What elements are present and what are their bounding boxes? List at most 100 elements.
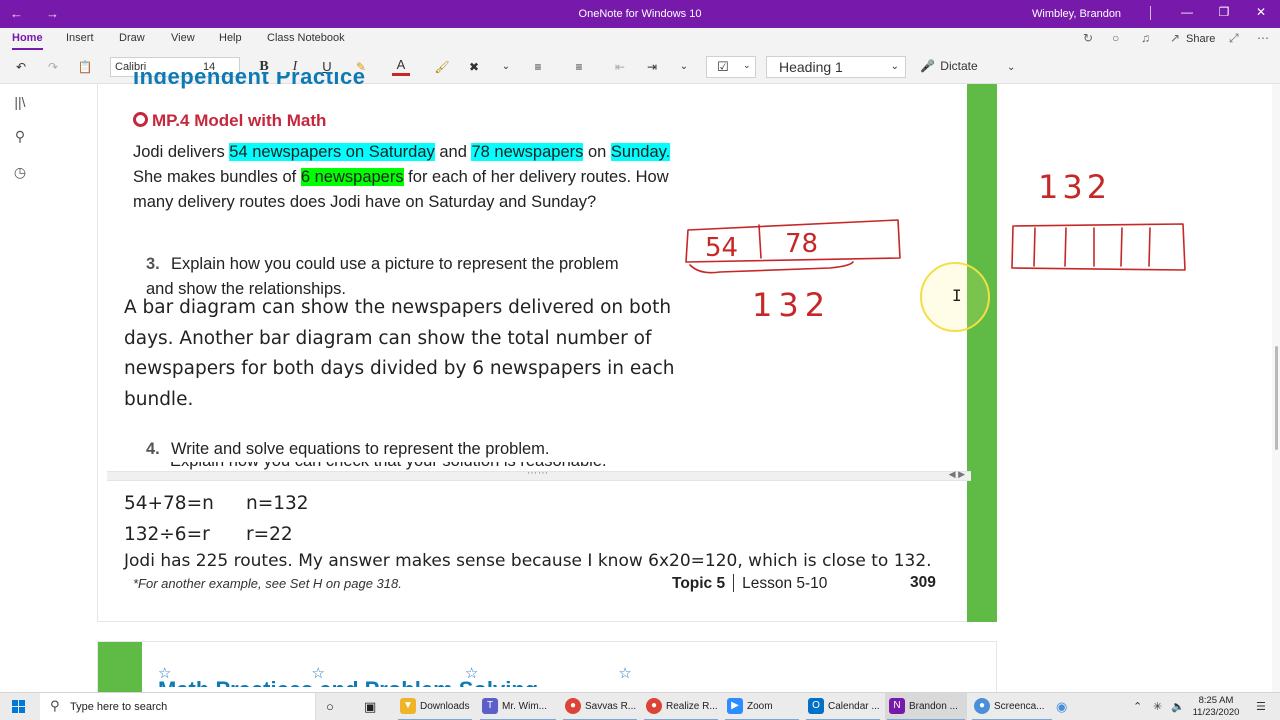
sync-icon[interactable]: ↻ <box>1083 31 1093 45</box>
resize-arrows-icon[interactable]: ◀ ▶ <box>949 469 965 480</box>
vertical-scrollbar[interactable] <box>1272 84 1280 692</box>
windows-start-icon[interactable] <box>12 700 26 714</box>
checkbox-icon: ☑ <box>717 59 729 74</box>
question-4: 4. Write and solve equations to represent… <box>146 440 550 458</box>
redo-icon[interactable]: ↷ <box>44 58 62 76</box>
restore-icon[interactable]: ❐ <box>1214 5 1234 19</box>
target-icon <box>133 112 148 127</box>
paragraph-dropdown-icon[interactable]: ⌄ <box>675 58 693 76</box>
clipboard-icon[interactable]: 📋 <box>76 58 94 76</box>
numbering-icon[interactable]: ≡ <box>570 58 588 76</box>
indent-icon[interactable]: ⇥ <box>643 58 661 76</box>
taskbar-app-downloads[interactable]: ▼ Downloads <box>396 693 474 720</box>
task-view-icon[interactable]: ▣ <box>364 699 376 715</box>
taskbar-search[interactable]: ⚲ Type here to search <box>40 693 316 720</box>
taskbar-app-onenote[interactable]: N Brandon ... <box>885 693 967 720</box>
share-icon[interactable]: ↗ <box>1170 31 1180 45</box>
chrome-icon: ● <box>646 698 662 714</box>
teams-icon: T <box>482 698 498 714</box>
user-name[interactable]: Wimbley, Brandon <box>1032 8 1121 20</box>
equation-2[interactable]: 132÷6=r r=22 <box>124 524 293 545</box>
bell-icon[interactable]: ♫ <box>1141 31 1150 45</box>
onenote-window: ← → OneNote for Windows 10 Wimbley, Bran… <box>0 0 1280 720</box>
paragraph-style-select[interactable]: Heading 1 ⌄ <box>766 56 906 78</box>
page-footer: Topic 5 Lesson 5-10 <box>672 574 828 592</box>
volume-icon[interactable]: 🔈 <box>1171 700 1185 713</box>
highlight-78: 78 newspapers <box>471 143 584 161</box>
undo-icon[interactable]: ↶ <box>12 58 30 76</box>
tab-help[interactable]: Help <box>219 32 242 44</box>
font-color-icon[interactable]: A <box>392 58 410 76</box>
outdent-icon[interactable]: ⇤ <box>611 58 629 76</box>
paragraph-style-value: Heading 1 <box>779 59 843 75</box>
lightbulb-icon[interactable]: ○ <box>1112 31 1119 45</box>
tag-dropdown-icon[interactable]: ⌄ <box>743 60 751 71</box>
answer-3-text[interactable]: A bar diagram can show the newspapers de… <box>124 293 684 415</box>
text-cursor-icon: I <box>952 286 962 305</box>
taskbar-app-teams[interactable]: T Mr. Wim... <box>478 693 558 720</box>
expand-icon[interactable]: ⤢ <box>1229 31 1239 46</box>
next-page-title: Math Practices and Problem Solving <box>158 677 538 687</box>
footnote: *For another example, see Set H on page … <box>133 576 402 591</box>
highlight-saturday: 54 newspapers on Saturday <box>229 143 435 161</box>
recording-icon[interactable]: ◉ <box>1056 699 1067 715</box>
answer-4-text[interactable]: Jodi has 225 routes. My answer makes sen… <box>124 551 932 571</box>
tab-insert[interactable]: Insert <box>66 32 94 44</box>
tab-draw[interactable]: Draw <box>119 32 145 44</box>
taskbar-app-screencast[interactable]: ● Screenca... <box>970 693 1054 720</box>
tab-class-notebook[interactable]: Class Notebook <box>267 32 345 44</box>
dictate-dropdown-icon[interactable]: ⌄ <box>1007 62 1015 73</box>
taskbar-app-chrome-realize[interactable]: ● Realize R... <box>642 693 720 720</box>
close-icon[interactable]: ✕ <box>1251 5 1271 19</box>
tab-view[interactable]: View <box>171 32 195 44</box>
taskbar-app-outlook[interactable]: O Calendar ... <box>804 693 882 720</box>
clear-format-icon[interactable]: ✖ <box>465 58 483 76</box>
practice-label: MP.4 Model with Math <box>133 111 326 131</box>
outline-container-handle[interactable]: ⋯⋯ ◀ ▶ <box>107 468 971 481</box>
screencast-icon: ● <box>974 698 990 714</box>
zoom-icon: ▶ <box>727 698 743 714</box>
folder-icon: ▼ <box>400 698 416 714</box>
highlight-sunday: Sunday. <box>610 143 671 161</box>
tab-home[interactable]: Home <box>12 32 43 50</box>
wifi-icon[interactable]: ✳ <box>1153 700 1162 713</box>
format-dropdown-icon[interactable]: ⌄ <box>497 58 515 76</box>
recent-icon[interactable]: ◷ <box>10 164 30 184</box>
title-separator <box>1150 6 1151 20</box>
system-clock[interactable]: 8:25 AM 11/23/2020 <box>1186 695 1246 719</box>
share-button[interactable]: Share <box>1186 33 1215 45</box>
title-bar: ← → OneNote for Windows 10 Wimbley, Bran… <box>0 0 1280 28</box>
chevron-down-icon: ⌄ <box>890 61 899 72</box>
taskbar-app-zoom[interactable]: ▶ Zoom <box>723 693 801 720</box>
navigation-rail: ||\ ⚲ ◷ <box>0 84 40 692</box>
notebooks-icon[interactable]: ||\ <box>10 94 30 114</box>
todo-tag-box[interactable]: ☑ ⌄ <box>706 56 756 78</box>
scrollbar-thumb[interactable] <box>1275 346 1278 450</box>
minimize-icon[interactable]: — <box>1177 5 1197 19</box>
page-number: 309 <box>910 574 936 591</box>
notifications-icon[interactable]: ☰ <box>1256 700 1266 713</box>
bullets-icon[interactable]: ≡ <box>529 58 547 76</box>
word-problem: Jodi delivers 54 newspapers on Saturday … <box>133 143 671 211</box>
onenote-icon: N <box>889 698 905 714</box>
cortana-icon[interactable]: ○ <box>326 699 334 714</box>
search-icon: ⚲ <box>50 698 60 713</box>
ribbon-tabs: Home Insert Draw View Help Class Noteboo… <box>0 28 1280 50</box>
more-icon[interactable]: ⋯ <box>1257 31 1269 45</box>
chrome-icon: ● <box>565 698 581 714</box>
section-heading: Independent Practice <box>133 72 366 89</box>
question-4-continuation: Explain how you can check that your solu… <box>170 462 670 470</box>
search-placeholder: Type here to search <box>70 701 168 713</box>
windows-taskbar: ⚲ Type here to search ○ ▣ ▼ Downloads T … <box>0 692 1280 720</box>
dictate-button[interactable]: 🎤 Dictate ⌄ <box>920 59 1015 73</box>
format-painter-icon[interactable]: 🖌 <box>433 58 451 76</box>
outlook-icon: O <box>808 698 824 714</box>
search-icon[interactable]: ⚲ <box>10 128 30 148</box>
drag-handle-icon[interactable]: ⋯⋯ <box>527 468 549 479</box>
highlight-bundle: 6 newspapers <box>300 168 404 186</box>
dictate-label: Dictate <box>940 59 978 73</box>
equation-1[interactable]: 54+78=n n=132 <box>124 493 309 514</box>
page-side-bar <box>967 84 997 622</box>
taskbar-app-chrome-savvas[interactable]: ● Savvas R... <box>561 693 639 720</box>
tray-chevron-icon[interactable]: ⌃ <box>1133 700 1142 713</box>
